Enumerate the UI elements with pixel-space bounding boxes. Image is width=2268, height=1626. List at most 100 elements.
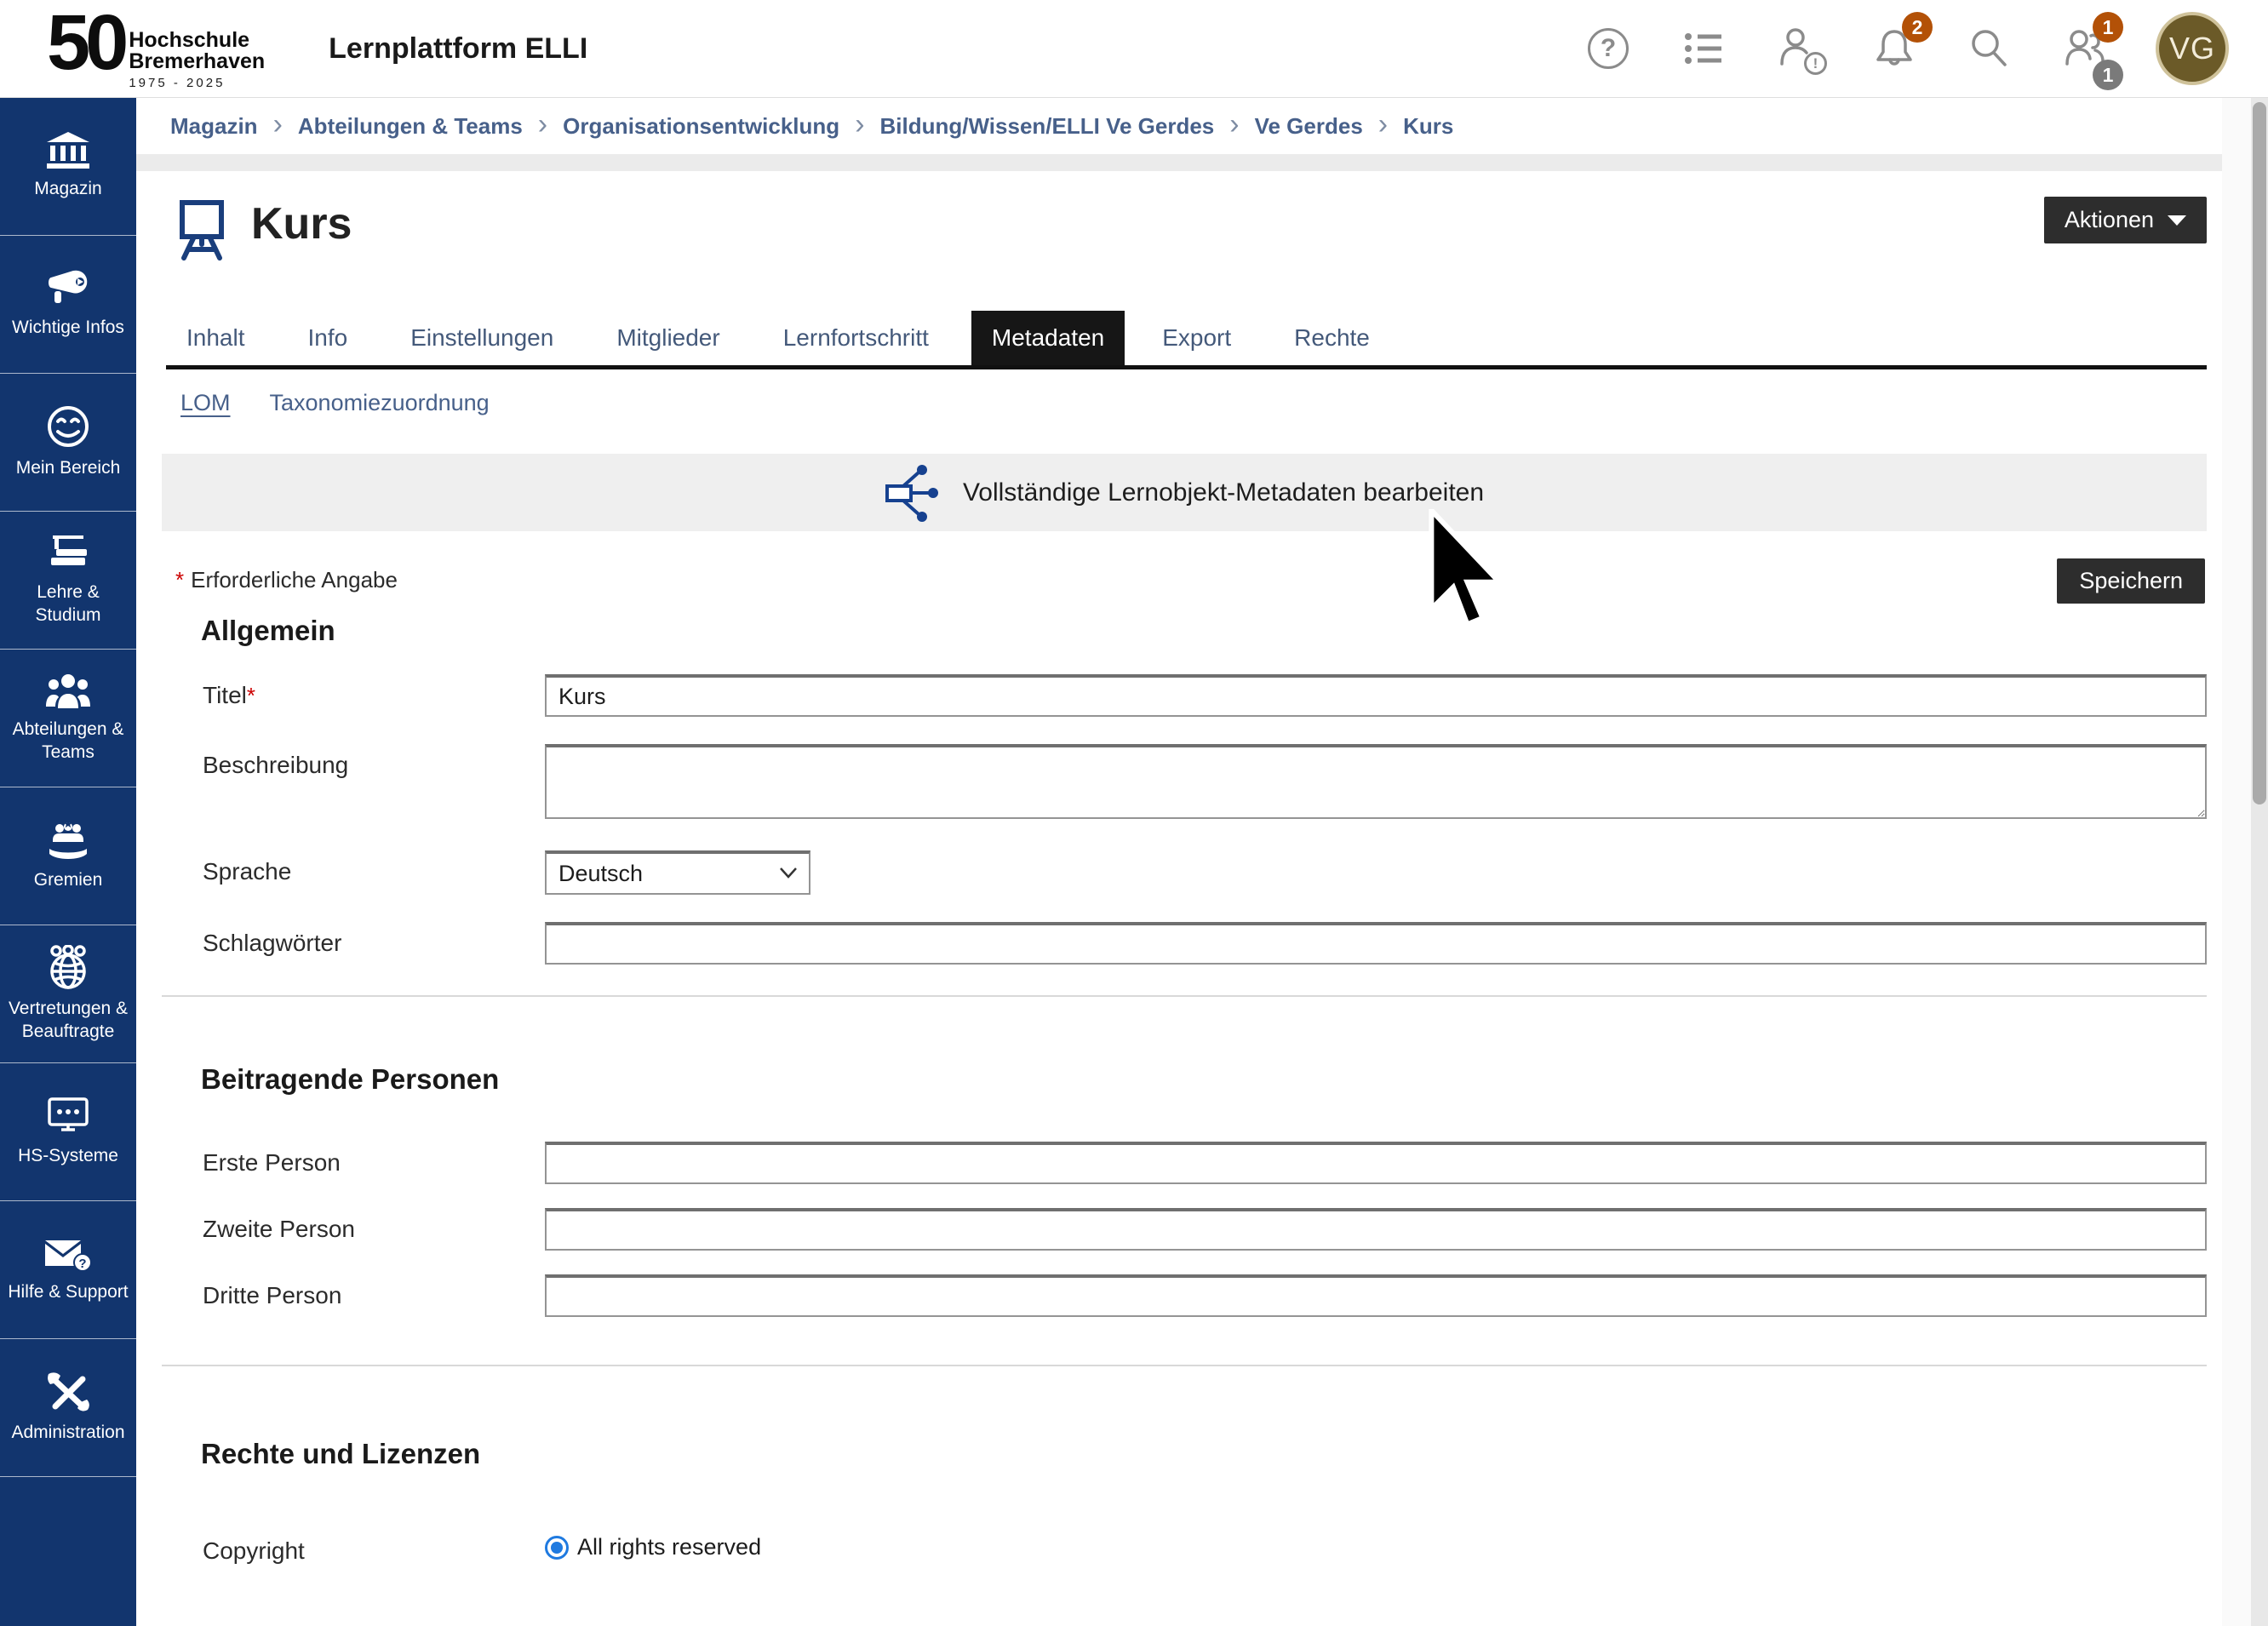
contacts-button[interactable]: 1 1 [2060, 24, 2110, 73]
svg-text:?: ? [78, 1257, 86, 1271]
main-navigation-sidebar: Magazin Wichtige Infos Mein Bereich Lehr… [0, 98, 136, 1626]
tab-lernfortschritt[interactable]: Lernfortschritt [763, 311, 949, 365]
logo-anniversary: 50 [47, 8, 123, 78]
copyright-label: Copyright [203, 1530, 545, 1565]
section-divider [162, 995, 2207, 997]
help-icon: ? [1588, 28, 1629, 69]
erste-person-label: Erste Person [203, 1142, 545, 1184]
smiley-icon [46, 404, 90, 449]
course-easel-icon [175, 198, 229, 261]
tab-rechte[interactable]: Rechte [1274, 311, 1390, 365]
titel-input[interactable] [545, 674, 2207, 717]
help-button[interactable]: ? [1584, 24, 1633, 73]
breadcrumb-separator-icon: › [1229, 110, 1239, 139]
scrollbar-thumb[interactable] [2253, 102, 2266, 804]
list-icon [1681, 26, 1727, 72]
sidebar-item-mein-bereich[interactable]: Mein Bereich [0, 374, 136, 512]
sprache-select[interactable]: Deutsch [545, 850, 810, 895]
section-heading-allgemein: Allgemein [201, 615, 2207, 647]
tools-icon [45, 1371, 91, 1413]
breadcrumb-item[interactable]: Organisationsentwicklung [563, 113, 839, 140]
sidebar-item-lehre-studium[interactable]: Lehre & Studium [0, 512, 136, 650]
tab-info[interactable]: Info [288, 311, 369, 365]
titel-label: Titel* [203, 674, 545, 717]
save-button[interactable]: Speichern [2057, 558, 2205, 604]
notification-count-badge: 2 [1902, 12, 1933, 43]
subtab-taxonomiezuordnung[interactable]: Taxonomiezuordnung [270, 390, 490, 416]
schlagwoerter-input[interactable] [545, 922, 2207, 965]
sidebar-item-vertretungen[interactable]: Vertretungen & Beauftragte [0, 925, 136, 1063]
top-header: 50 Hochschule Bremerhaven 1975 - 2025 Le… [0, 0, 2268, 98]
tab-bar: Inhalt Info Einstellungen Mitglieder Ler… [166, 311, 2207, 369]
breadcrumb-separator-icon: › [273, 110, 283, 139]
section-heading-rechte: Rechte und Lizenzen [201, 1438, 2207, 1470]
erste-person-input[interactable] [545, 1142, 2207, 1184]
edit-full-metadata-link[interactable]: Vollständige Lernobjekt-Metadaten bearbe… [162, 454, 2207, 531]
todo-list-button[interactable] [1679, 24, 1728, 73]
beschreibung-textarea[interactable] [545, 744, 2207, 819]
copyright-option-label: All rights reserved [577, 1534, 761, 1560]
notifications-button[interactable]: 2 [1870, 24, 1919, 73]
scrollbar-track[interactable] [2251, 98, 2268, 1626]
contacts-new-badge: 1 [2093, 12, 2123, 43]
copyright-radio-option[interactable]: All rights reserved [545, 1534, 2207, 1560]
breadcrumb-item[interactable]: Magazin [170, 113, 258, 140]
breadcrumb-item-current: Kurs [1403, 113, 1453, 140]
actions-button[interactable]: Aktionen [2044, 197, 2207, 243]
sidebar-item-abteilungen-teams[interactable]: Abteilungen & Teams [0, 650, 136, 787]
sprache-label: Sprache [203, 850, 545, 895]
beschreibung-label: Beschreibung [203, 744, 545, 823]
breadcrumb-divider [136, 154, 2222, 171]
user-avatar[interactable]: VG [2156, 12, 2229, 85]
metadata-tree-icon [885, 462, 942, 524]
content-gutter [2222, 98, 2251, 1626]
breadcrumb-item[interactable]: Abteilungen & Teams [298, 113, 523, 140]
globe-people-icon [45, 945, 91, 989]
logo-text: Hochschule Bremerhaven 1975 - 2025 [129, 30, 265, 90]
sidebar-item-hs-systeme[interactable]: HS-Systeme [0, 1063, 136, 1201]
sidebar-item-magazin[interactable]: Magazin [0, 98, 136, 236]
megaphone-icon [44, 269, 92, 308]
who-is-online-button[interactable]: ! [1774, 24, 1824, 73]
breadcrumb-separator-icon: › [855, 110, 864, 139]
section-divider [162, 1365, 2207, 1366]
schlagwoerter-label: Schlagwörter [203, 922, 545, 965]
sidebar-item-hilfe-support[interactable]: ? Hilfe & Support [0, 1201, 136, 1339]
breadcrumb: Magazin › Abteilungen & Teams › Organisa… [136, 98, 2222, 154]
sidebar-item-gremien[interactable]: Gremien [0, 787, 136, 925]
tab-export[interactable]: Export [1142, 311, 1251, 365]
subtab-lom[interactable]: LOM [180, 390, 231, 416]
app-title: Lernplattform ELLI [329, 32, 587, 66]
breadcrumb-item[interactable]: Ve Gerdes [1255, 113, 1363, 140]
committee-icon [44, 820, 92, 861]
monitor-icon [44, 1096, 92, 1136]
sidebar-item-administration[interactable]: Administration [0, 1339, 136, 1477]
edit-full-metadata-label: Vollständige Lernobjekt-Metadaten bearbe… [963, 478, 1484, 507]
breadcrumb-item[interactable]: Bildung/Wissen/ELLI Ve Gerdes [880, 113, 1215, 140]
search-button[interactable] [1965, 24, 2014, 73]
team-icon [44, 673, 92, 710]
tab-metadaten[interactable]: Metadaten [971, 311, 1125, 365]
university-logo[interactable]: 50 Hochschule Bremerhaven 1975 - 2025 [47, 8, 265, 90]
page-title: Kurs [251, 198, 352, 249]
sidebar-item-wichtige-infos[interactable]: Wichtige Infos [0, 236, 136, 374]
tab-mitglieder[interactable]: Mitglieder [596, 311, 740, 365]
mail-help-icon: ? [43, 1235, 93, 1273]
zweite-person-label: Zweite Person [203, 1208, 545, 1251]
breadcrumb-separator-icon: › [1378, 110, 1388, 139]
dritte-person-input[interactable] [545, 1274, 2207, 1317]
dritte-person-label: Dritte Person [203, 1274, 545, 1317]
contacts-secondary-badge: 1 [2093, 60, 2123, 90]
graduation-books-icon [44, 534, 92, 573]
radio-selected-icon[interactable] [545, 1536, 569, 1560]
zweite-person-input[interactable] [545, 1208, 2207, 1251]
section-heading-beitragende: Beitragende Personen [201, 1063, 2207, 1096]
tab-einstellungen[interactable]: Einstellungen [390, 311, 574, 365]
subtab-bar: LOM Taxonomiezuordnung [180, 390, 2207, 416]
required-asterisk: * [247, 683, 255, 708]
chevron-down-icon [2168, 215, 2186, 226]
required-asterisk: * [175, 567, 184, 593]
alert-badge-icon: ! [1804, 52, 1827, 75]
breadcrumb-separator-icon: › [538, 110, 547, 139]
tab-inhalt[interactable]: Inhalt [166, 311, 266, 365]
